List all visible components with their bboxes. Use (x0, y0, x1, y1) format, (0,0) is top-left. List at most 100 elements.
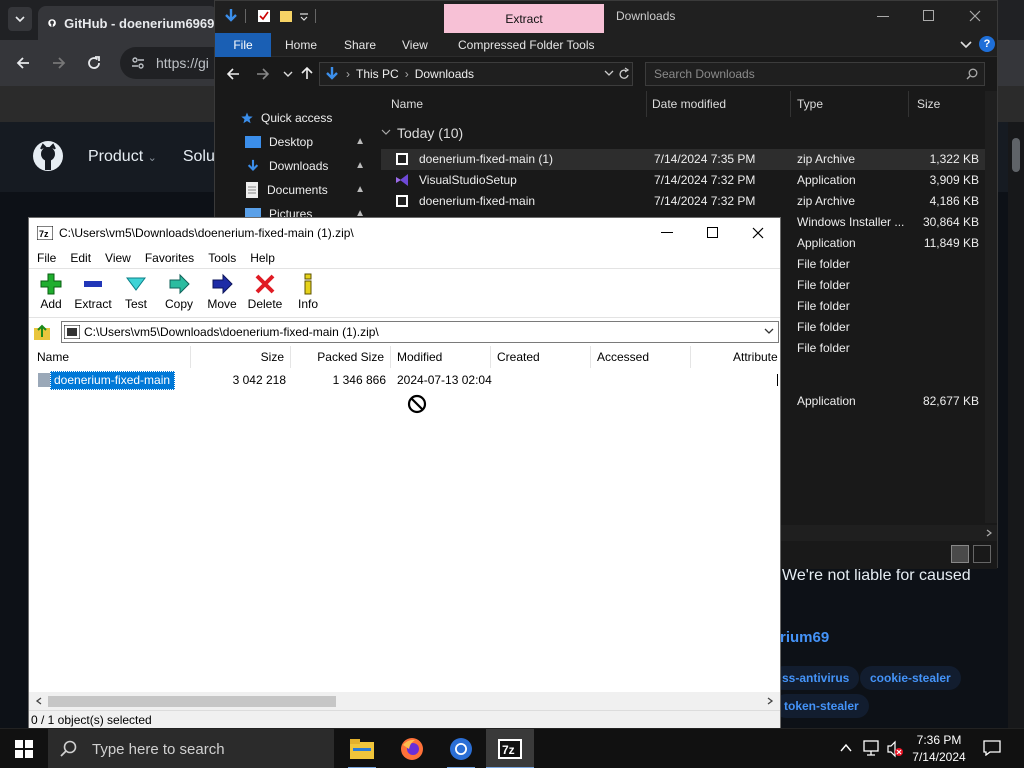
ribbon-tab-share[interactable]: Share (344, 33, 376, 57)
search-input[interactable]: Search Downloads (645, 62, 985, 86)
ribbon-tab-view[interactable]: View (402, 33, 428, 57)
breadcrumb-downloads[interactable]: Downloads (415, 67, 474, 81)
column-header-type[interactable]: Type (791, 91, 909, 117)
refresh-icon[interactable] (618, 67, 630, 81)
tab-title: GitHub - doenerium6969/ (64, 15, 218, 31)
notification-icon[interactable] (983, 740, 1001, 756)
system-clock[interactable]: 7:36 PM 7/14/2024 (908, 731, 970, 767)
chevron-down-icon[interactable] (960, 40, 972, 50)
column-header-name[interactable]: Name (29, 346, 191, 368)
forward-button[interactable] (48, 52, 70, 74)
ribbon-tab-compressed-folder-tools[interactable]: Compressed Folder Tools (458, 33, 595, 57)
menu-favorites[interactable]: Favorites (145, 251, 194, 265)
chevron-down-icon[interactable] (764, 328, 774, 336)
close-icon[interactable] (969, 10, 981, 22)
path-combobox[interactable]: C:\Users\vm5\Downloads\doenerium-fixed-m… (61, 321, 779, 343)
recent-locations-icon[interactable] (283, 69, 293, 79)
start-button[interactable] (0, 729, 48, 768)
help-icon[interactable]: ? (979, 36, 995, 52)
volume-muted-icon[interactable] (886, 740, 904, 758)
column-header-accessed[interactable]: Accessed (591, 346, 691, 368)
back-button[interactable] (12, 52, 34, 74)
column-header-name[interactable]: Name (373, 91, 647, 117)
ribbon-tab-home[interactable]: Home (285, 33, 317, 57)
details-view-icon[interactable] (951, 545, 969, 563)
breadcrumb[interactable]: › This PC › Downloads (319, 62, 633, 86)
minimize-button[interactable] (661, 232, 673, 233)
chevron-down-icon[interactable] (604, 70, 614, 78)
scrollbar-thumb[interactable] (1012, 138, 1020, 172)
delete-button[interactable]: Delete (247, 273, 283, 311)
info-button[interactable]: Info (290, 273, 326, 311)
column-header-packed-size[interactable]: Packed Size (291, 346, 391, 368)
maximize-button[interactable] (707, 227, 718, 238)
customize-toolbar-icon[interactable] (299, 12, 309, 22)
github-nav: Product ⌄ Solut (88, 148, 219, 166)
folder-up-icon[interactable] (33, 323, 51, 341)
menu-help[interactable]: Help (250, 251, 275, 265)
chevron-right-icon[interactable] (985, 529, 993, 537)
column-header-created[interactable]: Created (491, 346, 591, 368)
page-scrollbar[interactable] (1008, 122, 1024, 728)
nav-product[interactable]: Product ⌄ (88, 148, 157, 166)
taskbar-7zip[interactable]: 7z (486, 729, 534, 768)
taskbar-search-box[interactable]: Type here to search (48, 729, 334, 768)
browser-tab[interactable]: GitHub - doenerium6969/ (38, 6, 218, 40)
chevron-left-icon[interactable] (35, 697, 43, 705)
back-icon[interactable] (225, 66, 241, 82)
move-button[interactable]: Move (204, 273, 240, 311)
chevron-right-icon[interactable] (766, 697, 774, 705)
new-folder-icon[interactable] (279, 9, 293, 23)
minimize-button[interactable] (877, 16, 889, 17)
taskbar-search-placeholder: Type here to search (92, 740, 225, 758)
owner-link[interactable]: rium69 (780, 629, 829, 646)
taskbar-firefox[interactable] (388, 729, 436, 768)
close-icon[interactable] (752, 227, 764, 239)
forward-icon[interactable] (255, 66, 271, 82)
taskbar-file-explorer[interactable] (338, 729, 386, 768)
column-header-modified[interactable]: Modified (391, 346, 491, 368)
column-header-date-modified[interactable]: Date modified (647, 91, 791, 117)
vertical-scrollbar[interactable] (985, 91, 997, 523)
maximize-button[interactable] (923, 10, 934, 21)
up-icon[interactable] (299, 65, 315, 81)
explorer-title-bar: Extract Downloads (215, 1, 997, 33)
network-icon[interactable] (862, 740, 880, 756)
file-type: Application (797, 394, 856, 408)
menu-edit[interactable]: Edit (70, 251, 91, 265)
scrollbar-thumb[interactable] (48, 696, 336, 707)
nav-quick-access[interactable]: Quick access (241, 107, 365, 129)
menu-view[interactable]: View (105, 251, 131, 265)
topic-tag[interactable]: ss-antivirus (772, 666, 860, 690)
nav-item-documents[interactable]: Documents ▲ (245, 179, 369, 201)
menu-file[interactable]: File (37, 251, 56, 265)
test-button[interactable]: Test (118, 273, 154, 311)
breadcrumb-this-pc[interactable]: This PC (356, 67, 399, 81)
large-icons-view-icon[interactable] (973, 545, 991, 563)
horizontal-scrollbar[interactable] (29, 692, 780, 710)
nav-item-desktop[interactable]: Desktop ▲ (245, 131, 369, 153)
archive-row[interactable]: doenerium-fixed-main 3 042 218 1 346 866… (29, 370, 780, 390)
topic-tag[interactable]: token-stealer (774, 694, 869, 718)
properties-icon[interactable] (257, 9, 271, 23)
tab-search-button[interactable] (8, 7, 32, 31)
column-header-size[interactable]: Size (191, 346, 291, 368)
file-row[interactable]: doenerium-fixed-main 7/14/2024 7:32 PM z… (381, 191, 985, 212)
file-row[interactable]: doenerium-fixed-main (1) 7/14/2024 7:35 … (381, 149, 985, 170)
reload-button[interactable] (83, 52, 105, 74)
ribbon-tab-file[interactable]: File (215, 33, 271, 57)
taskbar-chrome[interactable] (437, 729, 485, 768)
column-header-size[interactable]: Size (909, 91, 989, 117)
add-button[interactable]: Add (33, 273, 69, 311)
github-logo-icon[interactable] (32, 140, 64, 172)
file-row[interactable]: VisualStudioSetup 7/14/2024 7:32 PM Appl… (381, 170, 985, 191)
copy-button[interactable]: Copy (161, 273, 197, 311)
menu-tools[interactable]: Tools (208, 251, 236, 265)
extract-context-tab[interactable]: Extract (444, 4, 604, 33)
nav-item-downloads[interactable]: Downloads ▲ (245, 155, 369, 177)
topic-tag[interactable]: cookie-stealer (860, 666, 961, 690)
chevron-up-icon[interactable] (840, 743, 852, 753)
group-header[interactable]: Today (10) (381, 125, 463, 141)
column-header-attributes[interactable]: Attribute (691, 346, 780, 368)
extract-button[interactable]: Extract (74, 273, 112, 311)
